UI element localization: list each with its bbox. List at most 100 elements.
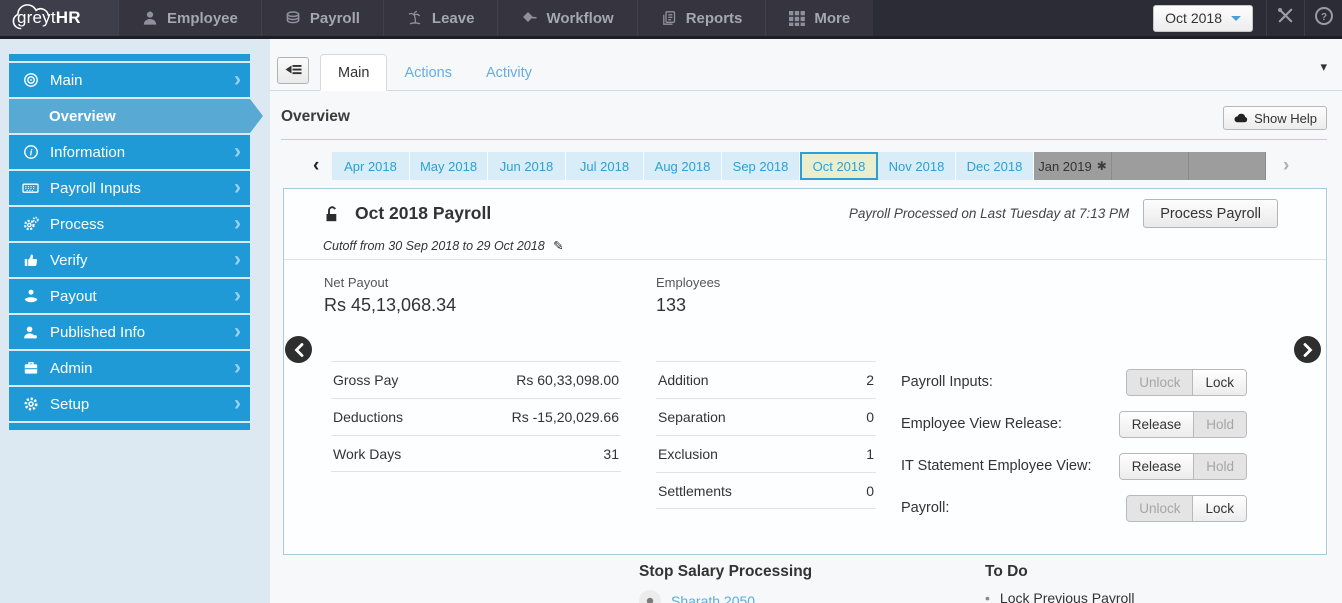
nav-workflow[interactable]: Workflow xyxy=(497,0,636,36)
nav-payroll[interactable]: Payroll xyxy=(261,0,383,36)
month-tab-jun-2018[interactable]: Jun 2018 xyxy=(488,152,566,180)
todo-entry: • Lock Previous Payroll xyxy=(985,590,1135,603)
carousel-prev-button[interactable] xyxy=(285,336,312,363)
carousel-next-button[interactable] xyxy=(1294,336,1321,363)
months-next-icon[interactable]: › xyxy=(1283,154,1289,178)
sidebar-item-overview[interactable]: Overview xyxy=(9,99,250,133)
month-tab-placeholder xyxy=(1112,152,1189,180)
tab-bar: Main Actions Activity ▾ xyxy=(270,39,1342,91)
stop-salary-title: Stop Salary Processing xyxy=(639,563,812,581)
tab-activity[interactable]: Activity xyxy=(469,54,549,91)
page-title: Overview xyxy=(281,108,350,126)
asterisk-icon: ✱ xyxy=(1097,159,1107,173)
question-circle-icon: ? xyxy=(1314,6,1334,31)
release-button[interactable]: Release xyxy=(1120,454,1194,479)
sidebar-item-information[interactable]: i Information › xyxy=(9,135,250,169)
nav-label: More xyxy=(814,10,850,27)
control-label: Payroll: xyxy=(901,500,949,516)
sidebar-item-main[interactable]: Main › xyxy=(9,63,250,97)
control-label: IT Statement Employee View: xyxy=(901,458,1091,474)
chevron-right-icon: › xyxy=(234,68,241,92)
hand-coin-icon xyxy=(22,288,39,304)
nav-label: Leave xyxy=(432,10,475,27)
month-tabs-strip: ‹ Apr 2018 May 2018 Jun 2018 Jul 2018 Au… xyxy=(270,152,1342,180)
tab-actions[interactable]: Actions xyxy=(387,54,469,91)
lock-button[interactable]: Lock xyxy=(1192,370,1246,395)
payroll-month-dropdown[interactable]: Oct 2018 xyxy=(1153,5,1253,32)
sidebar-item-label: Verify xyxy=(50,252,88,269)
process-payroll-button[interactable]: Process Payroll xyxy=(1143,199,1278,228)
control-label: Employee View Release: xyxy=(901,416,1062,432)
chevron-right-icon xyxy=(1303,343,1313,357)
sidebar-item-setup[interactable]: Setup › xyxy=(9,387,250,421)
month-tab-sep-2018[interactable]: Sep 2018 xyxy=(722,152,800,180)
app-logo[interactable]: greytHR xyxy=(0,0,118,36)
sidebar-item-label: Overview xyxy=(49,108,116,125)
nav-employee[interactable]: Employee xyxy=(118,0,261,36)
employee-counts-table: Addition2 Separation0 Exclusion1 Settlem… xyxy=(656,361,876,509)
table-row: Gross PayRs 60,33,098.00 xyxy=(331,361,621,398)
sidebar-item-label: Payout xyxy=(50,288,97,305)
sidebar-item-admin[interactable]: Admin › xyxy=(9,351,250,385)
nav-label: Reports xyxy=(686,10,743,27)
control-row: Payroll Inputs: Unlock Lock xyxy=(901,361,1247,403)
sidebar-item-payout[interactable]: Payout › xyxy=(9,279,250,313)
net-payout-stat: Net Payout Rs 45,13,068.34 xyxy=(324,275,456,316)
table-row: Exclusion1 xyxy=(656,435,876,472)
payroll-lock-toggle: Unlock Lock xyxy=(1126,495,1247,522)
collapse-arrow-icon xyxy=(285,63,302,78)
unlock-button[interactable]: Unlock xyxy=(1127,496,1192,521)
person-badge-icon xyxy=(22,325,39,340)
month-tabs: Apr 2018 May 2018 Jun 2018 Jul 2018 Aug … xyxy=(332,152,1266,180)
keyboard-icon xyxy=(22,180,39,196)
wrench-screwdriver-icon xyxy=(1276,6,1295,30)
month-tab-dec-2018[interactable]: Dec 2018 xyxy=(956,152,1034,180)
help-button[interactable]: ? xyxy=(1304,0,1342,36)
svg-text:i: i xyxy=(29,147,32,157)
sidebar-item-payroll-inputs[interactable]: Payroll Inputs › xyxy=(9,171,250,205)
cutoff-text: Cutoff from 30 Sep 2018 to 29 Oct 2018 xyxy=(323,239,545,253)
chevron-right-icon: › xyxy=(234,284,241,308)
tab-label: Main xyxy=(338,65,369,81)
month-tab-jan-2019[interactable]: Jan 2019✱ xyxy=(1034,152,1112,180)
nav-leave[interactable]: Leave xyxy=(383,0,498,36)
sidebar-item-verify[interactable]: Verify › xyxy=(9,243,250,277)
employee-view-release-toggle: Release Hold xyxy=(1119,411,1247,438)
page-header: Overview Show Help xyxy=(281,91,1327,140)
chevron-right-icon: › xyxy=(234,248,241,272)
sidebar-item-process[interactable]: Process › xyxy=(9,207,250,241)
lock-button[interactable]: Lock xyxy=(1192,496,1246,521)
panel-caret-icon[interactable]: ▾ xyxy=(1320,59,1327,75)
net-payout-label: Net Payout xyxy=(324,275,456,290)
month-tab-nov-2018[interactable]: Nov 2018 xyxy=(878,152,956,180)
control-row: IT Statement Employee View: Release Hold xyxy=(901,445,1247,487)
hold-button[interactable]: Hold xyxy=(1193,412,1246,437)
sidebar-item-published-info[interactable]: Published Info › xyxy=(9,315,250,349)
admin-tools-button[interactable] xyxy=(1266,0,1304,36)
nav-more[interactable]: More xyxy=(765,0,873,36)
gears-icon xyxy=(22,216,39,232)
month-tab-may-2018[interactable]: May 2018 xyxy=(410,152,488,180)
nav-label: Workflow xyxy=(546,10,613,27)
nav-label: Payroll xyxy=(310,10,360,27)
main-content: Main Actions Activity ▾ Overview Show He… xyxy=(270,39,1342,603)
payroll-overview-card: Oct 2018 Payroll Payroll Processed on La… xyxy=(283,188,1327,555)
month-tab-oct-2018-selected[interactable]: Oct 2018 xyxy=(800,152,878,180)
month-tab-apr-2018[interactable]: Apr 2018 xyxy=(332,152,410,180)
unlock-button[interactable]: Unlock xyxy=(1127,370,1192,395)
show-help-button[interactable]: Show Help xyxy=(1223,106,1327,130)
briefcase-icon xyxy=(22,360,39,376)
months-prev-icon[interactable]: ‹ xyxy=(313,154,319,178)
edit-pencil-icon[interactable]: ✎ xyxy=(553,239,563,253)
nav-reports[interactable]: Reports xyxy=(637,0,766,36)
grid-icon xyxy=(789,10,805,26)
tab-main[interactable]: Main xyxy=(320,54,387,91)
employee-link[interactable]: Sharath 2050 xyxy=(671,593,755,603)
release-button[interactable]: Release xyxy=(1120,412,1194,437)
month-tab-aug-2018[interactable]: Aug 2018 xyxy=(644,152,722,180)
todo-panel: To Do • Lock Previous Payroll xyxy=(985,563,1135,603)
month-tab-jul-2018[interactable]: Jul 2018 xyxy=(566,152,644,180)
chevron-right-icon: › xyxy=(234,140,241,164)
hold-button[interactable]: Hold xyxy=(1193,454,1246,479)
collapse-sidebar-button[interactable] xyxy=(277,57,309,84)
